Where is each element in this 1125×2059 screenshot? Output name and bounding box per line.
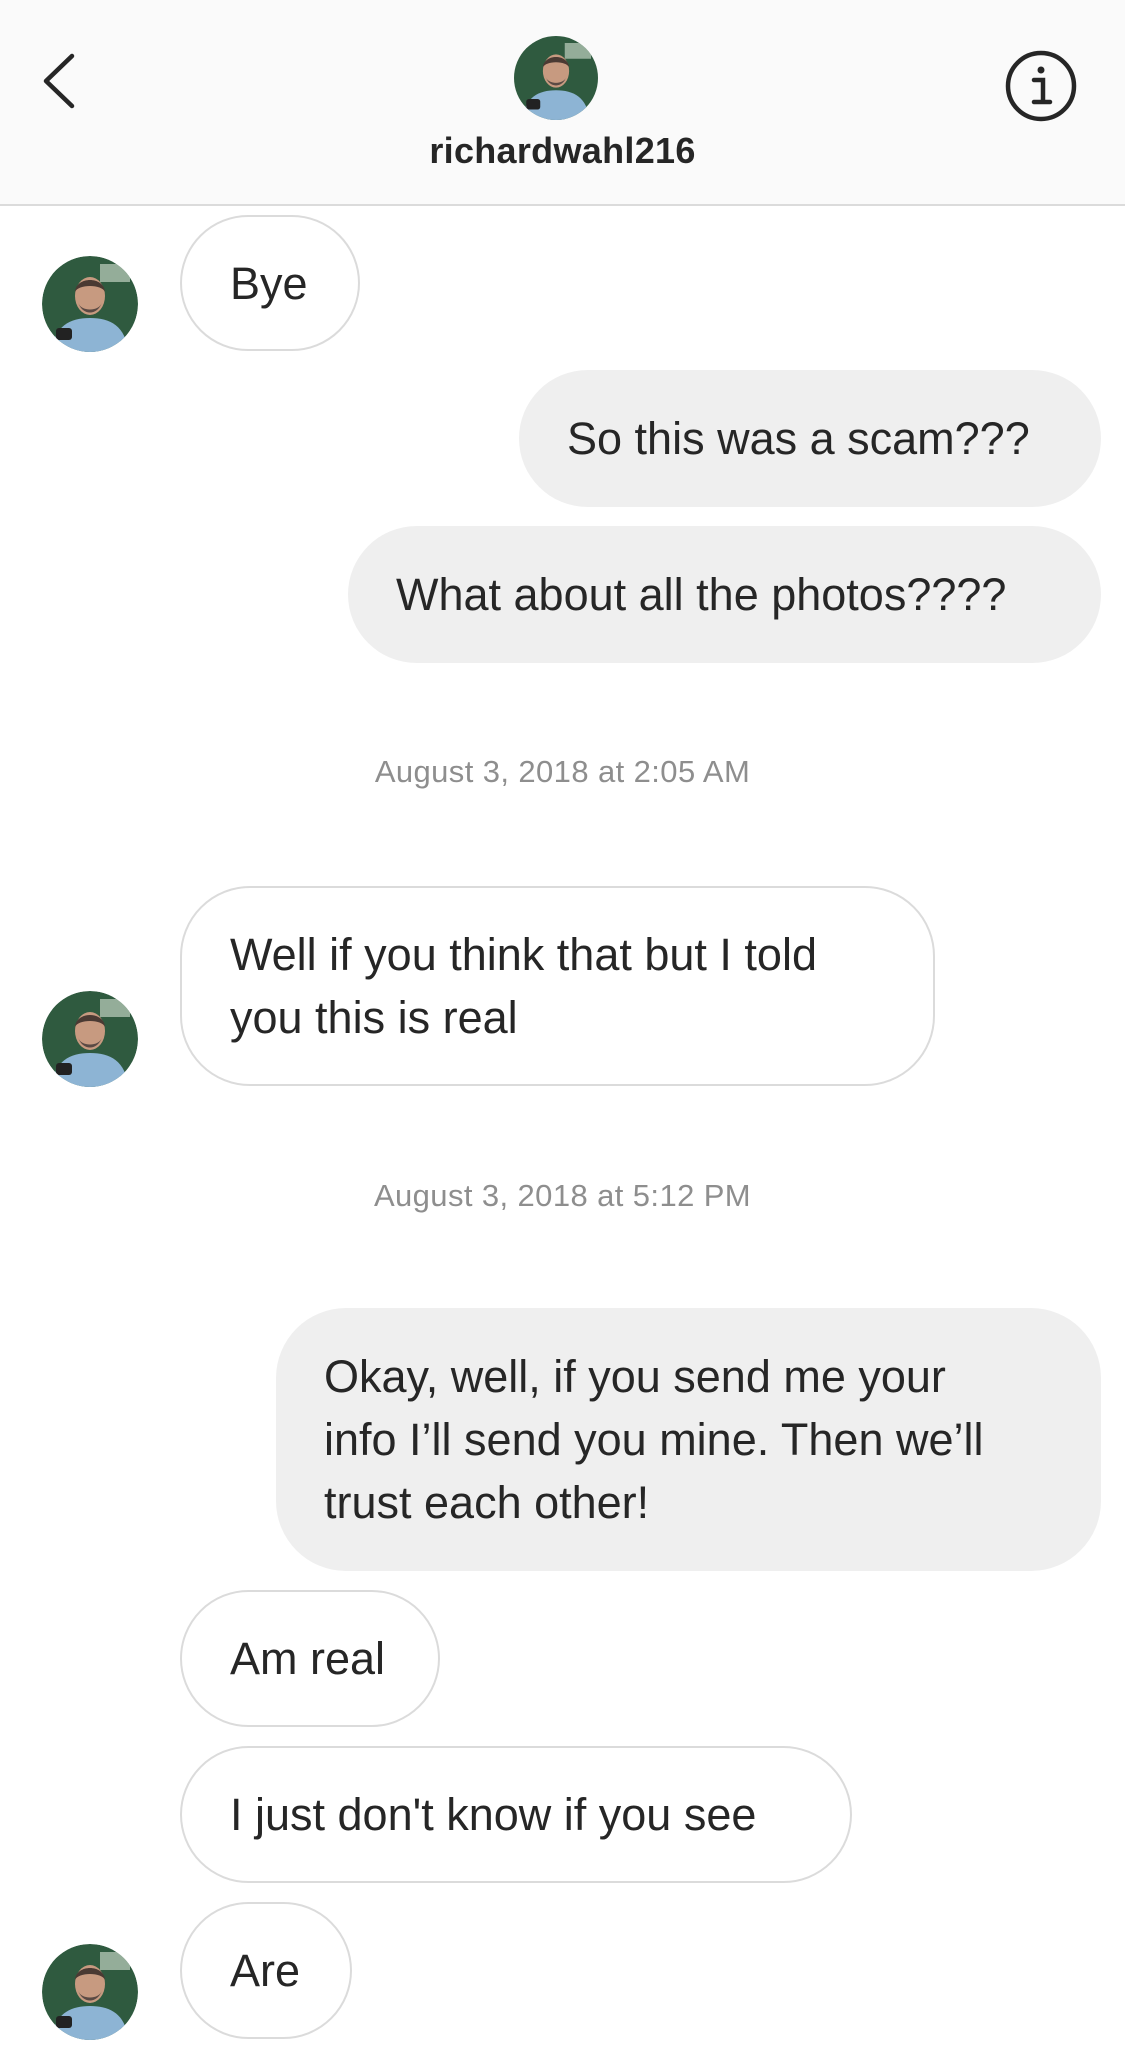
- chat-header: richardwahl216: [0, 0, 1125, 206]
- header-username[interactable]: richardwahl216: [0, 130, 1125, 172]
- message-bubble-incoming[interactable]: I just don't know if you see: [180, 1746, 852, 1883]
- timestamp: August 3, 2018 at 5:12 PM: [373, 1178, 752, 1213]
- message-text-line: Okay, well, if you send me your: [324, 1351, 946, 1402]
- sender-avatar[interactable]: [42, 1944, 138, 2040]
- message-bubble-outgoing[interactable]: So this was a scam???: [519, 370, 1101, 507]
- info-circle-icon: [1005, 50, 1077, 122]
- message-bubble-incoming[interactable]: Bye: [180, 215, 360, 351]
- message-text: I just don't know if you see: [230, 1789, 757, 1840]
- back-button[interactable]: [36, 48, 90, 114]
- timestamp: August 3, 2018 at 2:05 AM: [374, 754, 751, 789]
- message-text: So this was a scam???: [567, 413, 1030, 464]
- message-text: What about all the photos????: [396, 569, 1007, 620]
- message-text-line: trust each other!: [324, 1477, 650, 1528]
- message-text-line: Well if you think that but I told: [230, 929, 817, 980]
- sender-avatar[interactable]: [42, 991, 138, 1087]
- chevron-left-icon: [43, 53, 75, 109]
- message-bubble-incoming[interactable]: Are: [180, 1902, 352, 2039]
- message-text: Am real: [230, 1633, 386, 1684]
- message-text-line: you this is real: [230, 992, 518, 1043]
- info-button[interactable]: [1003, 48, 1079, 124]
- message-bubble-incoming[interactable]: Well if you think that but I told you th…: [180, 886, 935, 1086]
- header-avatar[interactable]: [514, 36, 598, 120]
- message-bubble-incoming[interactable]: Am real: [180, 1590, 440, 1727]
- message-bubble-outgoing[interactable]: What about all the photos????: [348, 526, 1101, 663]
- message-text: Are: [230, 1945, 301, 1996]
- message-bubble-outgoing[interactable]: Okay, well, if you send me your info I’l…: [276, 1308, 1101, 1571]
- sender-avatar[interactable]: [42, 256, 138, 352]
- message-text-line: info I’ll send you mine. Then we’ll: [324, 1414, 984, 1465]
- message-text: Bye: [230, 258, 308, 309]
